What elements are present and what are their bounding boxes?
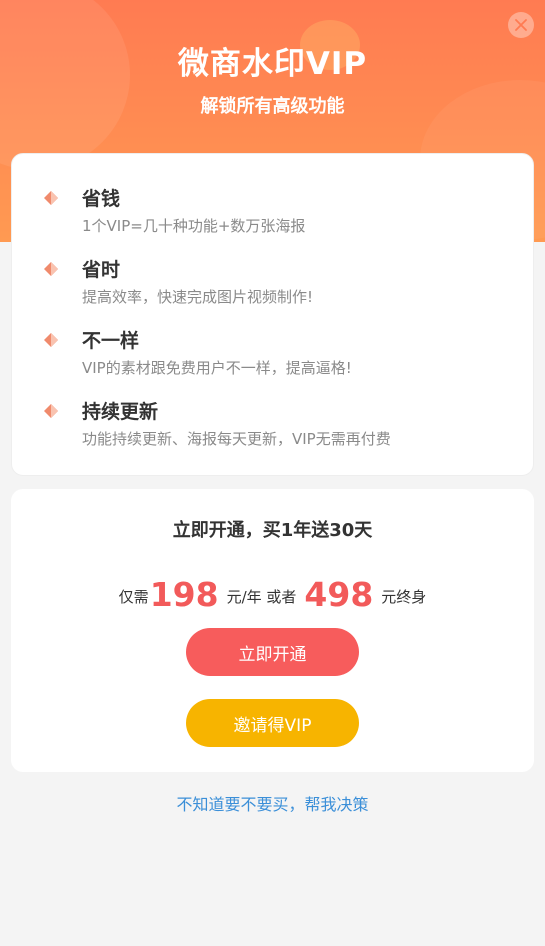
feature-list-card: 省钱 1个VIP=几十种功能+数万张海报 省时 提高效率，快速完成图片视频制作!… bbox=[11, 153, 534, 476]
feature-desc: 功能持续更新、海报每天更新，VIP无需再付费 bbox=[82, 430, 391, 448]
feature-item-updates: 持续更新 功能持续更新、海报每天更新，VIP无需再付费 bbox=[12, 397, 535, 457]
feature-title: 不一样 bbox=[82, 330, 140, 352]
feature-title: 省钱 bbox=[82, 188, 121, 210]
price-line: 仅需198 元/年 或者 498 元终身 bbox=[11, 575, 534, 614]
feature-desc: 提高效率，快速完成图片视频制作! bbox=[82, 288, 314, 306]
price-prefix: 仅需 bbox=[118, 588, 149, 606]
feature-item-different: 不一样 VIP的素材跟免费用户不一样，提高逼格! bbox=[12, 326, 535, 386]
decorative-blob bbox=[0, 0, 130, 170]
close-icon bbox=[515, 19, 527, 31]
feature-title: 省时 bbox=[82, 259, 121, 281]
diamond-icon bbox=[44, 191, 58, 205]
feature-title: 持续更新 bbox=[82, 401, 159, 423]
pricing-card: 立即开通，买1年送30天 仅需198 元/年 或者 498 元终身 立即开通 邀请得V… bbox=[11, 489, 534, 772]
invite-vip-button[interactable]: 邀请得VIP bbox=[186, 699, 359, 747]
feature-desc: VIP的素材跟免费用户不一样，提高逼格! bbox=[82, 359, 352, 377]
feature-desc: 1个VIP=几十种功能+数万张海报 bbox=[82, 217, 306, 235]
yearly-unit: 元/年 或者 bbox=[226, 588, 297, 606]
diamond-icon bbox=[44, 333, 58, 347]
pricing-headline: 立即开通，买1年送30天 bbox=[172, 520, 373, 541]
feature-item-save-time: 省时 提高效率，快速完成图片视频制作! bbox=[12, 255, 535, 315]
page-subtitle: 解锁所有高级功能 bbox=[200, 96, 345, 117]
lifetime-price: 498 bbox=[304, 575, 374, 614]
diamond-icon bbox=[44, 262, 58, 276]
yearly-price: 198 bbox=[149, 575, 219, 614]
diamond-icon bbox=[44, 404, 58, 418]
close-button[interactable] bbox=[508, 12, 534, 38]
help-decide-link[interactable]: 不知道要不要买，帮我决策 bbox=[0, 791, 545, 815]
open-vip-button[interactable]: 立即开通 bbox=[186, 628, 359, 676]
feature-item-save-money: 省钱 1个VIP=几十种功能+数万张海报 bbox=[12, 184, 535, 244]
page-title: 微商水印VIP bbox=[177, 46, 368, 82]
lifetime-unit: 元终身 bbox=[381, 588, 427, 606]
